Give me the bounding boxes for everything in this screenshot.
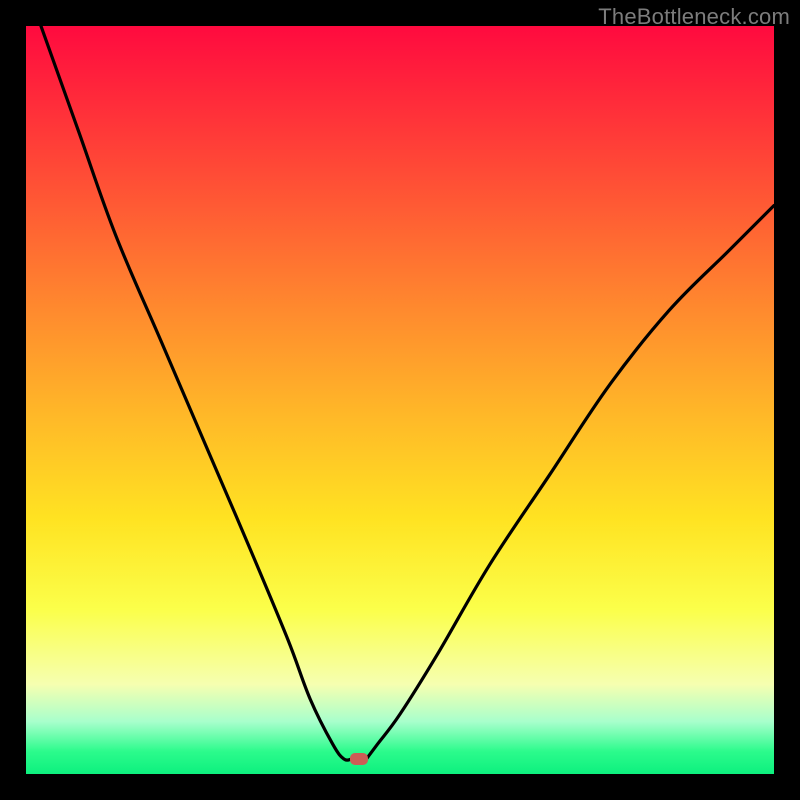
minimum-marker bbox=[350, 753, 368, 765]
curve-right-branch bbox=[366, 206, 774, 760]
bottleneck-curve bbox=[26, 26, 774, 774]
curve-left-branch bbox=[41, 26, 351, 760]
plot-area bbox=[26, 26, 774, 774]
chart-frame: TheBottleneck.com bbox=[0, 0, 800, 800]
